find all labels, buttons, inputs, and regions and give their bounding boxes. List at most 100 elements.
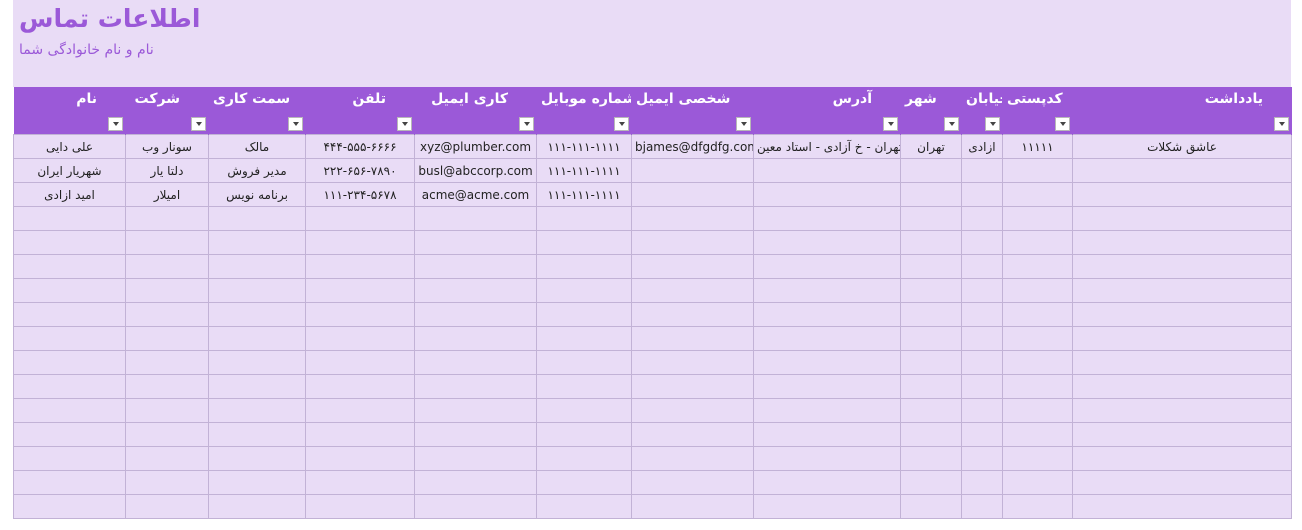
cell-address[interactable] (753, 206, 901, 231)
cell-phone[interactable] (305, 302, 415, 327)
cell-street[interactable] (961, 326, 1003, 351)
cell-personal_email[interactable] (631, 158, 754, 183)
column-header-company[interactable]: شرکت (125, 87, 209, 135)
cell-note[interactable] (1072, 230, 1292, 255)
cell-street[interactable] (961, 278, 1003, 303)
cell-work_email[interactable] (414, 494, 537, 519)
column-header-personal_email[interactable]: شخصی ایمیل (631, 87, 754, 135)
cell-note[interactable] (1072, 326, 1292, 351)
cell-postal[interactable] (1002, 398, 1073, 423)
cell-address[interactable] (753, 254, 901, 279)
cell-work_email[interactable]: xyz@plumber.com (414, 134, 537, 159)
cell-mobile[interactable] (536, 494, 632, 519)
cell-mobile[interactable]: ۱۱۱-۱۱۱-۱۱۱۱ (536, 158, 632, 183)
cell-address[interactable] (753, 422, 901, 447)
filter-dropdown-button[interactable] (985, 117, 1000, 131)
cell-postal[interactable] (1002, 302, 1073, 327)
cell-company[interactable] (125, 206, 209, 231)
filter-dropdown-button[interactable] (519, 117, 534, 131)
cell-postal[interactable] (1002, 158, 1073, 183)
cell-mobile[interactable]: ۱۱۱-۱۱۱-۱۱۱۱ (536, 134, 632, 159)
cell-phone[interactable] (305, 206, 415, 231)
cell-address[interactable] (753, 494, 901, 519)
cell-job[interactable] (208, 206, 306, 231)
cell-note[interactable] (1072, 182, 1292, 207)
cell-mobile[interactable] (536, 422, 632, 447)
cell-work_email[interactable] (414, 470, 537, 495)
cell-note[interactable] (1072, 446, 1292, 471)
cell-company[interactable] (125, 302, 209, 327)
cell-work_email[interactable] (414, 374, 537, 399)
cell-company[interactable] (125, 278, 209, 303)
cell-postal[interactable] (1002, 470, 1073, 495)
cell-company[interactable]: دلتا یار (125, 158, 209, 183)
cell-name[interactable] (13, 374, 126, 399)
cell-street[interactable] (961, 422, 1003, 447)
cell-name[interactable] (13, 206, 126, 231)
cell-personal_email[interactable] (631, 374, 754, 399)
cell-city[interactable] (900, 398, 962, 423)
filter-dropdown-button[interactable] (1274, 117, 1289, 131)
cell-phone[interactable]: ۱۱۱-۲۳۴-۵۶۷۸ (305, 182, 415, 207)
cell-personal_email[interactable] (631, 302, 754, 327)
cell-postal[interactable] (1002, 206, 1073, 231)
cell-job[interactable] (208, 374, 306, 399)
cell-note[interactable] (1072, 350, 1292, 375)
cell-personal_email[interactable]: bjames@dfgdfg.com (631, 134, 754, 159)
cell-street[interactable]: ازادی (961, 134, 1003, 159)
cell-name[interactable] (13, 278, 126, 303)
sheet-title[interactable]: اطلاعات تماس (19, 4, 200, 33)
cell-mobile[interactable] (536, 398, 632, 423)
cell-street[interactable] (961, 350, 1003, 375)
cell-mobile[interactable] (536, 446, 632, 471)
cell-personal_email[interactable] (631, 494, 754, 519)
cell-name[interactable] (13, 230, 126, 255)
cell-job[interactable] (208, 350, 306, 375)
cell-name[interactable] (13, 254, 126, 279)
cell-postal[interactable] (1002, 254, 1073, 279)
cell-city[interactable] (900, 302, 962, 327)
cell-mobile[interactable] (536, 326, 632, 351)
cell-mobile[interactable] (536, 206, 632, 231)
cell-postal[interactable] (1002, 278, 1073, 303)
cell-work_email[interactable] (414, 302, 537, 327)
cell-phone[interactable] (305, 398, 415, 423)
cell-job[interactable] (208, 494, 306, 519)
cell-street[interactable] (961, 398, 1003, 423)
cell-address[interactable] (753, 350, 901, 375)
cell-name[interactable]: شهریار ایران (13, 158, 126, 183)
cell-company[interactable]: امیلار (125, 182, 209, 207)
cell-company[interactable]: سونار وب (125, 134, 209, 159)
cell-job[interactable] (208, 446, 306, 471)
cell-job[interactable] (208, 278, 306, 303)
cell-work_email[interactable] (414, 422, 537, 447)
cell-name[interactable] (13, 470, 126, 495)
cell-personal_email[interactable] (631, 278, 754, 303)
cell-street[interactable] (961, 470, 1003, 495)
cell-name[interactable] (13, 350, 126, 375)
cell-city[interactable] (900, 206, 962, 231)
cell-phone[interactable] (305, 422, 415, 447)
filter-dropdown-button[interactable] (397, 117, 412, 131)
column-header-note[interactable]: یادداشت (1072, 87, 1292, 135)
cell-street[interactable] (961, 254, 1003, 279)
cell-work_email[interactable] (414, 278, 537, 303)
cell-mobile[interactable] (536, 278, 632, 303)
cell-note[interactable] (1072, 422, 1292, 447)
cell-phone[interactable] (305, 470, 415, 495)
cell-work_email[interactable] (414, 254, 537, 279)
cell-work_email[interactable] (414, 398, 537, 423)
cell-name[interactable] (13, 326, 126, 351)
cell-address[interactable] (753, 470, 901, 495)
filter-dropdown-button[interactable] (191, 117, 206, 131)
cell-street[interactable] (961, 206, 1003, 231)
cell-note[interactable] (1072, 470, 1292, 495)
column-header-mobile[interactable]: شماره موبایل (536, 87, 632, 135)
cell-company[interactable] (125, 494, 209, 519)
cell-street[interactable] (961, 494, 1003, 519)
column-header-postal[interactable]: کدپستی (1002, 87, 1073, 135)
cell-mobile[interactable] (536, 302, 632, 327)
cell-city[interactable] (900, 278, 962, 303)
cell-postal[interactable] (1002, 422, 1073, 447)
cell-work_email[interactable] (414, 326, 537, 351)
